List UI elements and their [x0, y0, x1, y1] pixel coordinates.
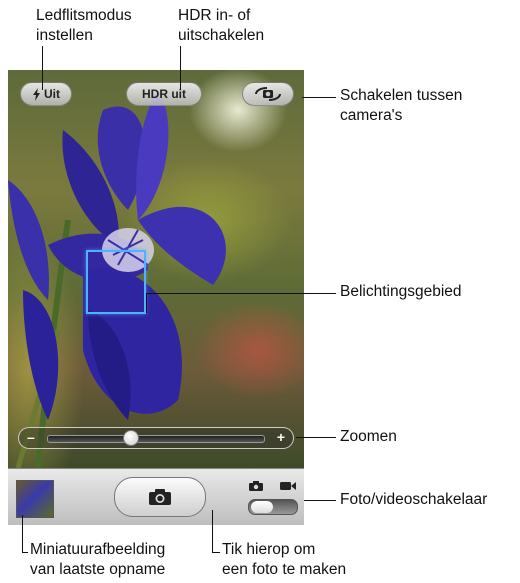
zoom-plus-label: +: [276, 429, 285, 445]
callout-photo-video: Foto/videoschakelaar: [340, 491, 488, 508]
zoom-track[interactable]: [47, 435, 265, 443]
callout-shutter: Tik hierop om een foto te maken: [222, 540, 346, 580]
leader-exposure-v: [146, 293, 147, 313]
switch-camera-button[interactable]: [242, 82, 294, 106]
callout-flash-line1: Ledflitsmodus: [36, 7, 132, 24]
callout-thumbnail: Miniatuurafbeelding van laatste opname: [30, 540, 165, 580]
photo-video-switch[interactable]: [248, 499, 298, 515]
callout-flash-line2: instellen: [36, 27, 93, 44]
camera-screen[interactable]: Uit HDR uit – +: [8, 70, 304, 525]
iris-flower-image: [8, 90, 226, 468]
leader-switch-camera: [302, 97, 336, 98]
leader-thumbnail: [22, 515, 23, 553]
leader-hdr: [180, 46, 181, 90]
callout-thumbnail-line2: van laatste opname: [30, 561, 166, 578]
leader-zoom: [296, 437, 336, 438]
callout-shutter-line2: een foto te maken: [222, 561, 347, 578]
leader-shutter: [212, 510, 213, 552]
zoom-minus-label: –: [27, 429, 35, 445]
zoom-thumb[interactable]: [123, 430, 140, 446]
leader-photo-video: [304, 500, 336, 501]
callout-flash: Ledflitsmodus instellen: [36, 6, 132, 46]
camera-icon: [149, 489, 171, 505]
leader-exposure-h: [146, 293, 336, 294]
camera-rotate-icon: [255, 87, 281, 101]
flash-mode-button[interactable]: Uit: [20, 82, 72, 106]
callout-zoom: Zoomen: [340, 428, 397, 445]
callout-hdr-line1: HDR in- of: [178, 7, 251, 24]
shutter-button[interactable]: [114, 477, 206, 517]
leader-flash: [42, 46, 43, 90]
leader-shutter-h: [212, 552, 220, 553]
callout-switch-camera-line2: camera's: [340, 107, 403, 124]
callout-exposure: Belichtingsgebied: [340, 283, 462, 300]
video-camera-icon: [280, 482, 296, 490]
leader-thumbnail-h: [22, 552, 28, 553]
last-photo-thumbnail[interactable]: [16, 480, 54, 518]
callout-switch-camera: Schakelen tussen camera's: [340, 86, 462, 126]
callout-thumbnail-line1: Miniatuurafbeelding: [30, 541, 166, 558]
photo-video-switch-knob[interactable]: [251, 501, 273, 513]
zoom-slider[interactable]: – +: [18, 427, 294, 449]
camera-viewfinder[interactable]: Uit HDR uit – +: [8, 70, 304, 468]
flash-mode-label: Uit: [44, 87, 60, 101]
callout-hdr: HDR in- of uitschakelen: [178, 6, 264, 46]
hdr-toggle-button[interactable]: HDR uit: [126, 82, 202, 106]
exposure-area-box[interactable]: [86, 250, 146, 314]
lightning-icon: [33, 87, 40, 101]
callout-switch-camera-line1: Schakelen tussen: [340, 87, 463, 104]
callout-hdr-line2: uitschakelen: [178, 27, 265, 44]
camera-toolbar: [8, 468, 304, 525]
photo-mode-camera-icon: [249, 481, 263, 491]
callout-shutter-line1: Tik hierop om: [222, 541, 316, 558]
